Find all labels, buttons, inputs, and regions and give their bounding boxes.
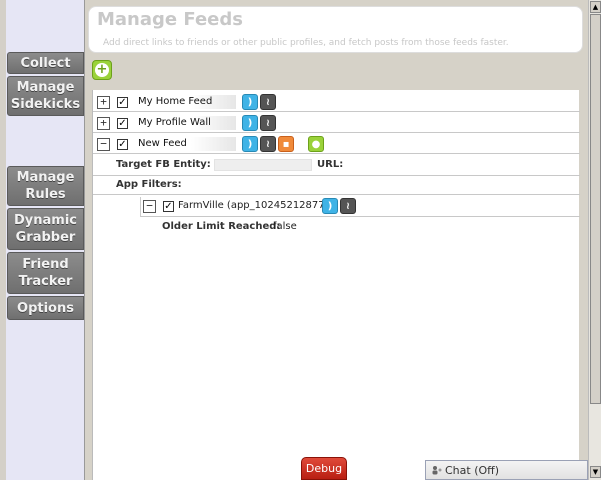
- scroll-thumb[interactable]: [590, 14, 601, 404]
- globe-icon[interactable]: ●: [308, 136, 324, 152]
- collapse-icon[interactable]: −: [143, 200, 156, 213]
- app-filters-row: App Filters:: [93, 177, 580, 195]
- expand-icon[interactable]: +: [97, 117, 110, 130]
- sidekick-icon[interactable]: ≀: [260, 136, 276, 152]
- feed-row: + ✓ My Home Feed ) ≀: [93, 92, 580, 112]
- collapse-icon[interactable]: −: [97, 138, 110, 151]
- target-row: Target FB Entity: URL:: [93, 155, 580, 176]
- filter-name: FarmVille (app_102452128776): [178, 200, 335, 211]
- trash-icon[interactable]: ▪: [278, 136, 294, 152]
- url-label: URL:: [317, 159, 344, 170]
- expand-icon[interactable]: +: [97, 96, 110, 109]
- nav-dynamic-grabber-button[interactable]: Dynamic Grabber: [7, 208, 84, 250]
- scrollbar[interactable]: ▲ ▼: [588, 0, 601, 480]
- filter-checkbox[interactable]: ✓: [163, 201, 174, 212]
- target-label: Target FB Entity:: [116, 159, 211, 170]
- rss-icon[interactable]: ): [242, 115, 258, 131]
- sidekick-icon[interactable]: ≀: [340, 198, 356, 214]
- nav-manage-rules-button[interactable]: Manage Rules: [7, 166, 84, 206]
- filter-row: − ✓ FarmVille (app_102452128776) ) ≀: [140, 197, 580, 217]
- sidekick-icon[interactable]: ≀: [260, 94, 276, 110]
- feed-checkbox[interactable]: ✓: [117, 97, 128, 108]
- debug-button[interactable]: Debug: [301, 457, 347, 480]
- chat-label: Chat (Off): [445, 464, 500, 477]
- rss-icon[interactable]: ): [242, 136, 258, 152]
- feed-name-field[interactable]: My Profile Wall: [136, 116, 236, 130]
- nav-collect-button[interactable]: Collect: [7, 52, 84, 74]
- app-filters-label: App Filters:: [116, 179, 182, 190]
- plus-icon: +: [95, 62, 109, 77]
- feed-name-field[interactable]: My Home Feed: [136, 95, 236, 109]
- feed-name-field[interactable]: New Feed: [136, 137, 236, 151]
- sidekick-icon[interactable]: ≀: [260, 115, 276, 131]
- rss-icon[interactable]: ): [242, 94, 258, 110]
- header-box: Manage Feeds Add direct links to friends…: [88, 6, 583, 53]
- rss-icon[interactable]: ): [322, 198, 338, 214]
- scroll-up-icon[interactable]: ▲: [590, 1, 601, 13]
- older-limit-value: false: [273, 221, 297, 232]
- user-icon: [432, 466, 442, 475]
- page-title: Manage Feeds: [97, 9, 243, 30]
- left-strip: [0, 0, 6, 480]
- chat-bar[interactable]: Chat (Off): [425, 460, 588, 480]
- page-description: Add direct links to friends or other pub…: [103, 38, 509, 48]
- feed-row: − ✓ New Feed ) ≀ ▪ ●: [93, 134, 580, 154]
- target-entity-input[interactable]: [214, 159, 312, 171]
- nav-options-button[interactable]: Options: [7, 296, 84, 320]
- nav-manage-sidekicks-button[interactable]: Manage Sidekicks: [7, 76, 84, 116]
- feed-list: + ✓ My Home Feed ) ≀ + ✓ My Profile Wall…: [92, 90, 580, 480]
- scroll-down-icon[interactable]: ▼: [590, 466, 601, 478]
- add-feed-button[interactable]: +: [92, 60, 112, 80]
- older-limit-label: Older Limit Reached:: [162, 221, 281, 232]
- nav-friend-tracker-button[interactable]: Friend Tracker: [7, 252, 84, 294]
- feed-row: + ✓ My Profile Wall ) ≀: [93, 113, 580, 133]
- feed-checkbox[interactable]: ✓: [117, 139, 128, 150]
- feed-checkbox[interactable]: ✓: [117, 118, 128, 129]
